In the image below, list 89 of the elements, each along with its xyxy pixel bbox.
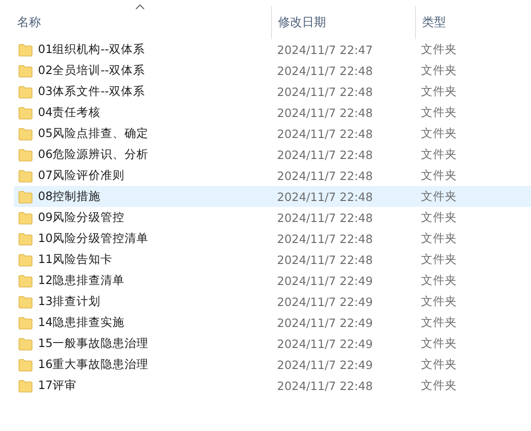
- file-row[interactable]: 16重大事故隐患治理 2024/11/7 22:49 文件夹: [14, 354, 531, 375]
- modified-date: 2024/11/7 22:48: [277, 252, 373, 266]
- folder-name: 16重大事故隐患治理: [38, 357, 149, 372]
- modified-date: 2024/11/7 22:49: [277, 336, 373, 350]
- folder-icon: [18, 210, 33, 224]
- modified-date: 2024/11/7 22:48: [277, 378, 373, 392]
- file-row[interactable]: 11风险告知卡 2024/11/7 22:48 文件夹: [14, 249, 531, 270]
- sort-up-icon: [135, 4, 145, 10]
- modified-date: 2024/11/7 22:48: [277, 190, 373, 204]
- folder-name: 14隐患排查实施: [38, 315, 125, 330]
- file-row[interactable]: 06危险源辨识、分析 2024/11/7 22:48 文件夹: [14, 144, 531, 165]
- folder-name: 09风险分级管控: [38, 210, 125, 225]
- folder-name: 07风险评价准则: [38, 168, 125, 183]
- folder-icon: [18, 378, 33, 392]
- file-row[interactable]: 04责任考核 2024/11/7 22:48 文件夹: [14, 102, 531, 123]
- modified-date: 2024/11/7 22:48: [277, 232, 373, 246]
- folder-icon: [18, 294, 33, 308]
- item-type: 文件夹: [421, 126, 457, 141]
- file-row[interactable]: 01组织机构--双体系 2024/11/7 22:47 文件夹: [14, 39, 531, 60]
- folder-icon: [18, 252, 33, 266]
- file-row[interactable]: 15一般事故隐患治理 2024/11/7 22:49 文件夹: [14, 333, 531, 354]
- folder-name: 04责任考核: [38, 105, 101, 120]
- modified-date: 2024/11/7 22:48: [277, 148, 373, 162]
- folder-name: 10风险分级管控清单: [38, 231, 149, 246]
- column-header[interactable]: 名称: [17, 14, 41, 31]
- folder-name: 11风险告知卡: [38, 252, 113, 267]
- folder-name: 08控制措施: [38, 189, 101, 204]
- modified-date: 2024/11/7 22:48: [277, 84, 373, 98]
- item-type: 文件夹: [421, 189, 457, 204]
- modified-date: 2024/11/7 22:49: [277, 274, 373, 288]
- item-type: 文件夹: [421, 336, 457, 351]
- modified-date: 2024/11/7 22:48: [277, 210, 373, 224]
- modified-date: 2024/11/7 22:48: [277, 106, 373, 120]
- file-row[interactable]: 05风险点排查、确定 2024/11/7 22:48 文件夹: [14, 123, 531, 144]
- folder-icon: [18, 190, 33, 204]
- file-row[interactable]: 14隐患排查实施 2024/11/7 22:49 文件夹: [14, 312, 531, 333]
- file-row[interactable]: 12隐患排查清单 2024/11/7 22:49 文件夹: [14, 270, 531, 291]
- modified-date: 2024/11/7 22:48: [277, 64, 373, 78]
- item-type: 文件夹: [421, 63, 457, 78]
- modified-date: 2024/11/7 22:48: [277, 126, 373, 140]
- folder-icon: [18, 126, 33, 140]
- folder-icon: [18, 274, 33, 288]
- file-row[interactable]: 13排查计划 2024/11/7 22:49 文件夹: [14, 291, 531, 312]
- item-type: 文件夹: [421, 252, 457, 267]
- item-type: 文件夹: [421, 294, 457, 309]
- folder-icon: [18, 336, 33, 350]
- folder-name: 03体系文件--双体系: [38, 84, 145, 99]
- file-row[interactable]: 08控制措施 2024/11/7 22:48 文件夹: [14, 186, 531, 207]
- folder-icon: [18, 64, 33, 78]
- item-type: 文件夹: [421, 231, 457, 246]
- folder-name: 06危险源辨识、分析: [38, 147, 149, 162]
- file-row[interactable]: 17评审 2024/11/7 22:48 文件夹: [14, 375, 531, 396]
- folder-icon: [18, 106, 33, 120]
- folder-icon: [18, 148, 33, 162]
- file-row[interactable]: 09风险分级管控 2024/11/7 22:48 文件夹: [14, 207, 531, 228]
- column-header[interactable]: 类型: [422, 14, 446, 31]
- folder-icon: [18, 84, 33, 98]
- folder-icon: [18, 316, 33, 330]
- item-type: 文件夹: [421, 84, 457, 99]
- item-type: 文件夹: [421, 273, 457, 288]
- folder-icon: [18, 358, 33, 372]
- file-row[interactable]: 07风险评价准则 2024/11/7 22:48 文件夹: [14, 165, 531, 186]
- folder-icon: [18, 232, 33, 246]
- folder-name: 02全员培训--双体系: [38, 63, 145, 78]
- file-row[interactable]: 02全员培训--双体系 2024/11/7 22:48 文件夹: [14, 60, 531, 81]
- item-type: 文件夹: [421, 315, 457, 330]
- item-type: 文件夹: [421, 168, 457, 183]
- folder-name: 17评审: [38, 378, 77, 393]
- folder-icon: [18, 42, 33, 56]
- item-type: 文件夹: [421, 357, 457, 372]
- item-type: 文件夹: [421, 378, 457, 393]
- folder-name: 15一般事故隐患治理: [38, 336, 149, 351]
- folder-name: 12隐患排查清单: [38, 273, 125, 288]
- modified-date: 2024/11/7 22:49: [277, 358, 373, 372]
- file-row[interactable]: 03体系文件--双体系 2024/11/7 22:48 文件夹: [14, 81, 531, 102]
- modified-date: 2024/11/7 22:49: [277, 316, 373, 330]
- item-type: 文件夹: [421, 105, 457, 120]
- file-row[interactable]: 10风险分级管控清单 2024/11/7 22:48 文件夹: [14, 228, 531, 249]
- modified-date: 2024/11/7 22:47: [277, 42, 373, 56]
- item-type: 文件夹: [421, 42, 457, 57]
- folder-name: 13排查计划: [38, 294, 101, 309]
- folder-name: 05风险点排查、确定: [38, 126, 149, 141]
- item-type: 文件夹: [421, 210, 457, 225]
- folder-icon: [18, 168, 33, 182]
- modified-date: 2024/11/7 22:49: [277, 294, 373, 308]
- item-type: 文件夹: [421, 147, 457, 162]
- folder-name: 01组织机构--双体系: [38, 42, 145, 57]
- modified-date: 2024/11/7 22:48: [277, 168, 373, 182]
- column-header[interactable]: 修改日期: [278, 14, 326, 31]
